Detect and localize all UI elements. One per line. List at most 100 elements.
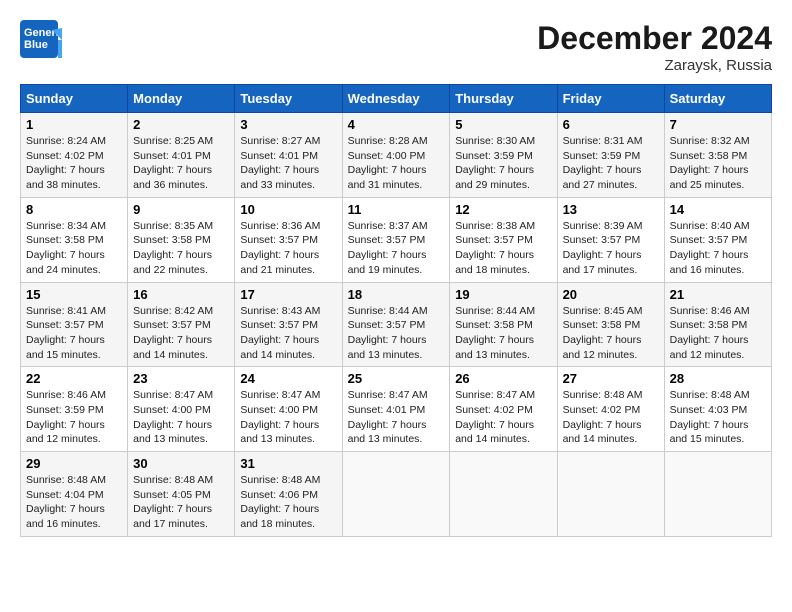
sunset: Sunset: 3:57 PM <box>240 319 318 331</box>
day-number: 30 <box>133 456 229 471</box>
day-cell: 30 Sunrise: 8:48 AM Sunset: 4:05 PM Dayl… <box>128 452 235 537</box>
day-cell: 24 Sunrise: 8:47 AM Sunset: 4:00 PM Dayl… <box>235 367 342 452</box>
weekday-thursday: Thursday <box>450 85 557 113</box>
day-number: 31 <box>240 456 336 471</box>
sunrise: Sunrise: 8:42 AM <box>133 305 213 317</box>
day-number: 20 <box>563 287 659 302</box>
day-number: 7 <box>670 117 766 132</box>
sunset: Sunset: 3:57 PM <box>133 319 211 331</box>
sunrise: Sunrise: 8:34 AM <box>26 220 106 232</box>
sunset: Sunset: 4:06 PM <box>240 489 318 501</box>
day-number: 16 <box>133 287 229 302</box>
location: Zaraysk, Russia <box>537 57 772 74</box>
sunrise: Sunrise: 8:31 AM <box>563 135 643 147</box>
weekday-sunday: Sunday <box>21 85 128 113</box>
day-cell: 5 Sunrise: 8:30 AM Sunset: 3:59 PM Dayli… <box>450 113 557 198</box>
day-info: Sunrise: 8:39 AM Sunset: 3:57 PM Dayligh… <box>563 219 659 278</box>
day-number: 29 <box>26 456 122 471</box>
day-number: 21 <box>670 287 766 302</box>
week-row-4: 22 Sunrise: 8:46 AM Sunset: 3:59 PM Dayl… <box>21 367 772 452</box>
sunset: Sunset: 3:57 PM <box>348 319 426 331</box>
daylight: Daylight: 7 hours and 31 minutes. <box>348 164 427 191</box>
sunset: Sunset: 3:58 PM <box>455 319 533 331</box>
day-info: Sunrise: 8:46 AM Sunset: 3:58 PM Dayligh… <box>670 304 766 363</box>
title-block: December 2024 Zaraysk, Russia <box>537 20 772 74</box>
day-number: 6 <box>563 117 659 132</box>
day-info: Sunrise: 8:43 AM Sunset: 3:57 PM Dayligh… <box>240 304 336 363</box>
daylight: Daylight: 7 hours and 13 minutes. <box>348 419 427 446</box>
sunset: Sunset: 4:05 PM <box>133 489 211 501</box>
daylight: Daylight: 7 hours and 19 minutes. <box>348 249 427 276</box>
day-number: 18 <box>348 287 445 302</box>
day-info: Sunrise: 8:44 AM Sunset: 3:57 PM Dayligh… <box>348 304 445 363</box>
day-cell: 20 Sunrise: 8:45 AM Sunset: 3:58 PM Dayl… <box>557 282 664 367</box>
day-cell: 28 Sunrise: 8:48 AM Sunset: 4:03 PM Dayl… <box>664 367 771 452</box>
sunset: Sunset: 4:02 PM <box>26 150 104 162</box>
sunrise: Sunrise: 8:46 AM <box>26 389 106 401</box>
day-cell: 23 Sunrise: 8:47 AM Sunset: 4:00 PM Dayl… <box>128 367 235 452</box>
day-info: Sunrise: 8:47 AM Sunset: 4:00 PM Dayligh… <box>240 388 336 447</box>
day-info: Sunrise: 8:41 AM Sunset: 3:57 PM Dayligh… <box>26 304 122 363</box>
day-cell <box>342 452 450 537</box>
day-info: Sunrise: 8:40 AM Sunset: 3:57 PM Dayligh… <box>670 219 766 278</box>
day-cell: 8 Sunrise: 8:34 AM Sunset: 3:58 PM Dayli… <box>21 197 128 282</box>
daylight: Daylight: 7 hours and 14 minutes. <box>240 334 319 361</box>
daylight: Daylight: 7 hours and 13 minutes. <box>133 419 212 446</box>
day-cell: 21 Sunrise: 8:46 AM Sunset: 3:58 PM Dayl… <box>664 282 771 367</box>
day-info: Sunrise: 8:48 AM Sunset: 4:04 PM Dayligh… <box>26 473 122 532</box>
daylight: Daylight: 7 hours and 15 minutes. <box>670 419 749 446</box>
day-info: Sunrise: 8:48 AM Sunset: 4:02 PM Dayligh… <box>563 388 659 447</box>
day-number: 19 <box>455 287 551 302</box>
daylight: Daylight: 7 hours and 13 minutes. <box>240 419 319 446</box>
sunset: Sunset: 4:01 PM <box>240 150 318 162</box>
sunrise: Sunrise: 8:27 AM <box>240 135 320 147</box>
sunrise: Sunrise: 8:44 AM <box>455 305 535 317</box>
day-cell: 15 Sunrise: 8:41 AM Sunset: 3:57 PM Dayl… <box>21 282 128 367</box>
sunset: Sunset: 3:58 PM <box>670 319 748 331</box>
day-number: 26 <box>455 371 551 386</box>
day-cell <box>557 452 664 537</box>
sunset: Sunset: 4:01 PM <box>348 404 426 416</box>
daylight: Daylight: 7 hours and 12 minutes. <box>563 334 642 361</box>
sunrise: Sunrise: 8:30 AM <box>455 135 535 147</box>
logo-icon: General Blue <box>20 20 62 58</box>
daylight: Daylight: 7 hours and 17 minutes. <box>563 249 642 276</box>
day-info: Sunrise: 8:32 AM Sunset: 3:58 PM Dayligh… <box>670 134 766 193</box>
day-cell: 12 Sunrise: 8:38 AM Sunset: 3:57 PM Dayl… <box>450 197 557 282</box>
daylight: Daylight: 7 hours and 18 minutes. <box>455 249 534 276</box>
logo: General Blue <box>20 20 62 58</box>
daylight: Daylight: 7 hours and 12 minutes. <box>670 334 749 361</box>
day-cell: 22 Sunrise: 8:46 AM Sunset: 3:59 PM Dayl… <box>21 367 128 452</box>
weekday-saturday: Saturday <box>664 85 771 113</box>
daylight: Daylight: 7 hours and 14 minutes. <box>563 419 642 446</box>
sunset: Sunset: 3:58 PM <box>563 319 641 331</box>
sunrise: Sunrise: 8:37 AM <box>348 220 428 232</box>
day-number: 22 <box>26 371 122 386</box>
month-title: December 2024 <box>537 20 772 57</box>
sunset: Sunset: 3:58 PM <box>26 234 104 246</box>
day-cell: 25 Sunrise: 8:47 AM Sunset: 4:01 PM Dayl… <box>342 367 450 452</box>
day-info: Sunrise: 8:38 AM Sunset: 3:57 PM Dayligh… <box>455 219 551 278</box>
day-info: Sunrise: 8:27 AM Sunset: 4:01 PM Dayligh… <box>240 134 336 193</box>
sunrise: Sunrise: 8:39 AM <box>563 220 643 232</box>
sunrise: Sunrise: 8:35 AM <box>133 220 213 232</box>
daylight: Daylight: 7 hours and 13 minutes. <box>455 334 534 361</box>
daylight: Daylight: 7 hours and 18 minutes. <box>240 503 319 530</box>
sunrise: Sunrise: 8:48 AM <box>26 474 106 486</box>
day-cell: 11 Sunrise: 8:37 AM Sunset: 3:57 PM Dayl… <box>342 197 450 282</box>
sunrise: Sunrise: 8:48 AM <box>240 474 320 486</box>
day-number: 12 <box>455 202 551 217</box>
calendar-table: SundayMondayTuesdayWednesdayThursdayFrid… <box>20 84 772 537</box>
daylight: Daylight: 7 hours and 13 minutes. <box>348 334 427 361</box>
daylight: Daylight: 7 hours and 33 minutes. <box>240 164 319 191</box>
day-cell: 13 Sunrise: 8:39 AM Sunset: 3:57 PM Dayl… <box>557 197 664 282</box>
day-number: 4 <box>348 117 445 132</box>
daylight: Daylight: 7 hours and 15 minutes. <box>26 334 105 361</box>
sunrise: Sunrise: 8:38 AM <box>455 220 535 232</box>
daylight: Daylight: 7 hours and 38 minutes. <box>26 164 105 191</box>
daylight: Daylight: 7 hours and 22 minutes. <box>133 249 212 276</box>
day-info: Sunrise: 8:35 AM Sunset: 3:58 PM Dayligh… <box>133 219 229 278</box>
sunrise: Sunrise: 8:47 AM <box>133 389 213 401</box>
day-cell: 2 Sunrise: 8:25 AM Sunset: 4:01 PM Dayli… <box>128 113 235 198</box>
sunset: Sunset: 3:59 PM <box>563 150 641 162</box>
